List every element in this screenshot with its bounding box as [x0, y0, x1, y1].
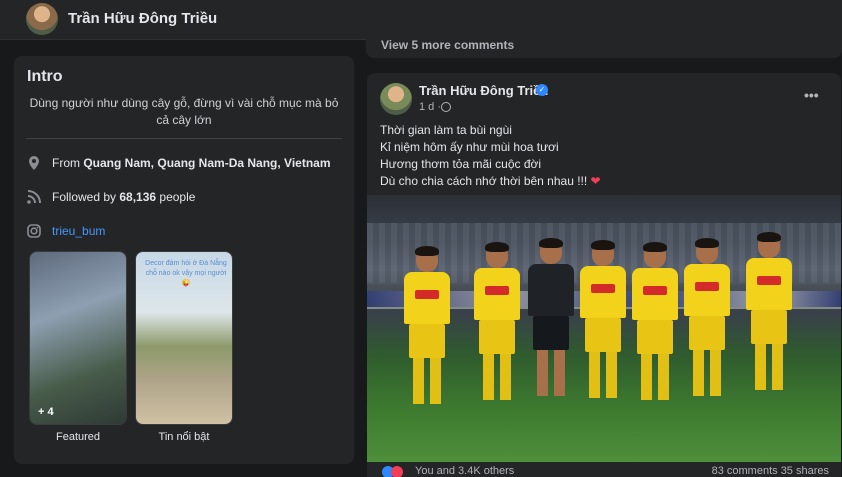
post-line: Kỉ niệm hôm ấy như mùi hoa tươi [380, 140, 559, 154]
intro-title: Intro [27, 68, 63, 85]
profile-name[interactable]: Trần Hữu Đông Triều [68, 10, 217, 27]
reactions-bar: You and 3.4K others 83 comments 35 share… [367, 465, 841, 477]
post-timestamp[interactable]: 1 d · [419, 101, 441, 113]
post-more-button[interactable]: ••• [804, 87, 819, 103]
post-author-avatar[interactable] [380, 83, 412, 115]
instagram-link[interactable]: trieu_bum [52, 222, 105, 240]
intro-card: Intro Dùng người như dùng cây gỗ, đừng v… [14, 56, 354, 464]
player-figure [525, 238, 577, 448]
location-pin-icon [29, 156, 39, 170]
instagram-icon [27, 224, 41, 238]
followers-prefix: Followed by [52, 190, 120, 204]
globe-icon [441, 102, 451, 112]
intro-bio: Dùng người như dùng cây gỗ, đừng vì vài … [29, 96, 339, 127]
player-figure [401, 246, 453, 448]
followers-count[interactable]: 68,136 [119, 190, 156, 204]
post-author-name[interactable]: Trần Hữu Đông Triều [419, 83, 548, 98]
reaction-icons[interactable] [382, 466, 408, 477]
highlight-story-tile[interactable]: Decor đám hỏi ở Đà Nẵng chỗ nào ok vậy m… [135, 251, 233, 425]
reactions-count[interactable]: You and 3.4K others [415, 465, 514, 477]
previous-post-comments: View 5 more comments [366, 0, 842, 58]
highlight-label[interactable]: Tin nổi bật [135, 431, 233, 443]
post-line: Thời gian làm ta bùi ngùi [380, 123, 512, 137]
location-prefix: From [52, 156, 84, 170]
post-line-last: Dù cho chia cách nhớ thời bên nhau !!! ❤ [380, 173, 601, 190]
player-figure [681, 238, 733, 448]
post-line: Hương thơm tỏa mãi cuộc đời [380, 157, 542, 171]
post-line: Dù cho chia cách nhớ thời bên nhau !!! [380, 174, 588, 188]
featured-count-badge: + 4 [38, 406, 54, 418]
player-figure [577, 240, 629, 448]
view-more-comments-link[interactable]: View 5 more comments [381, 38, 514, 52]
comments-shares-count[interactable]: 83 comments 35 shares [712, 465, 829, 477]
intro-divider [26, 138, 342, 139]
player-figure [629, 242, 681, 448]
post-text: Thời gian làm ta bùi ngùi Kỉ niệm hôm ấy… [380, 122, 601, 190]
featured-story-tile[interactable]: + 4 [29, 251, 127, 425]
location-link[interactable]: Quang Nam, Quang Nam-Da Nang, Vietnam [83, 156, 330, 170]
profile-avatar[interactable] [26, 3, 58, 35]
featured-label[interactable]: Featured [29, 431, 127, 443]
rss-icon [27, 190, 41, 204]
heart-icon: ❤ [590, 174, 601, 188]
post-card: Trần Hữu Đông Triều ✓ 1 d · ••• Thời gia… [367, 73, 841, 477]
verified-badge-icon: ✓ [536, 84, 548, 96]
highlight-caption: Decor đám hỏi ở Đà Nẵng chỗ nào ok vậy m… [145, 260, 227, 287]
player-figure [471, 242, 523, 448]
player-figure [743, 232, 795, 448]
post-photo[interactable] [367, 195, 841, 462]
love-icon [391, 466, 403, 477]
followers-suffix: people [156, 190, 196, 204]
